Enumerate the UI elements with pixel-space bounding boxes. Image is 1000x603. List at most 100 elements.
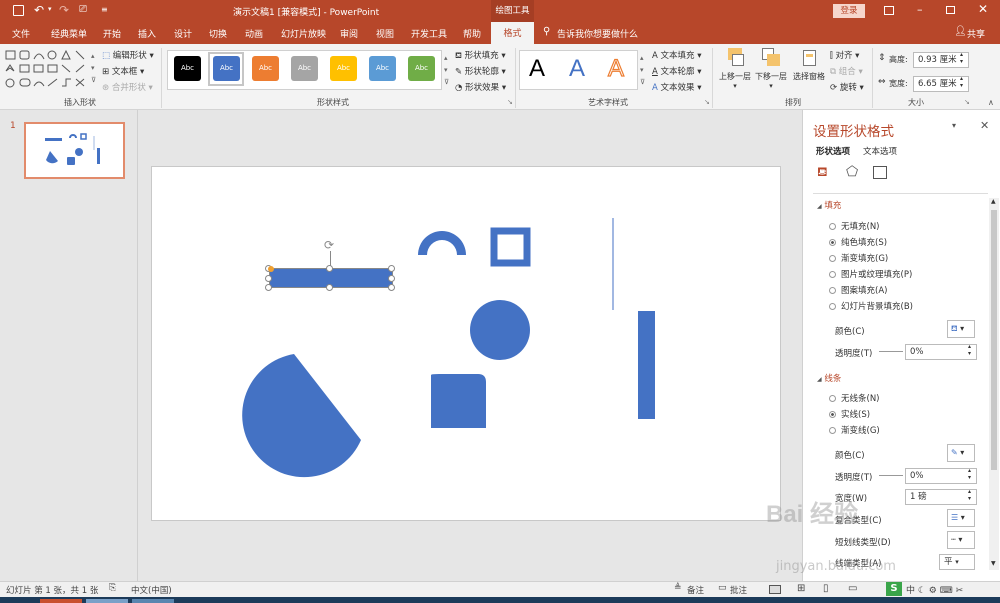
text-effects-button[interactable]: A 文本效果 ▾ <box>652 81 702 93</box>
align-button[interactable]: ⫿ 对齐 ▾ <box>830 49 859 61</box>
line-width-input[interactable]: 1 磅 <box>905 489 977 505</box>
wordart-style-1[interactable]: A <box>529 55 545 83</box>
tab-slideshow[interactable]: 幻灯片放映 <box>281 27 326 40</box>
wordart-style-3[interactable]: A <box>607 54 624 83</box>
width-spinner-icon[interactable]: ▴ ▾ <box>960 75 963 89</box>
rotate-button[interactable]: ⟳ 旋转 ▾ <box>830 81 864 93</box>
resize-handle-mr[interactable] <box>388 275 395 282</box>
maximize-icon[interactable] <box>946 6 955 14</box>
gallery-scroll-icon[interactable]: ▴ ▾ ⊽ <box>91 50 96 86</box>
slide[interactable]: ⟳ <box>151 166 781 521</box>
scroll-thumb[interactable] <box>991 210 997 470</box>
adjust-handle[interactable] <box>268 266 274 272</box>
fill-transparency-slider[interactable] <box>879 351 903 352</box>
line-transparency-slider[interactable] <box>879 475 903 476</box>
wordart-style-2[interactable]: A <box>569 55 585 83</box>
fill-option-pattern[interactable]: 图案填充(A) <box>829 284 887 296</box>
shape-effects-button[interactable]: ◔ 形状效果 ▾ <box>455 81 506 93</box>
resize-handle-ml[interactable] <box>265 275 272 282</box>
tab-review[interactable]: 审阅 <box>340 27 358 40</box>
tab-view[interactable]: 视图 <box>376 27 394 40</box>
edit-shape-button[interactable]: ⬚ 编辑形状 ▾ <box>102 49 154 61</box>
cap-type-select[interactable]: 平 ▾ <box>939 554 975 570</box>
tab-design[interactable]: 设计 <box>174 27 192 40</box>
fill-section-header[interactable]: ◢ 填充 <box>817 199 841 211</box>
resize-handle-bm[interactable] <box>326 284 333 291</box>
ribbon-display-options-icon[interactable] <box>884 6 894 15</box>
collapse-ribbon-icon[interactable]: ∧ <box>988 98 994 107</box>
fill-option-solid[interactable]: 纯色填充(S) <box>829 236 887 248</box>
pane-options-dropdown-icon[interactable]: ▾ <box>952 121 956 130</box>
shape-styles-launcher-icon[interactable]: ↘ <box>507 98 513 106</box>
text-outline-button[interactable]: A 文本轮廓 ▾ <box>652 65 702 77</box>
close-icon[interactable]: ✕ <box>978 2 988 16</box>
fill-transparency-input[interactable]: 0% <box>905 344 977 360</box>
resize-handle-tr[interactable] <box>388 265 395 272</box>
shapes-gallery[interactable] <box>4 48 94 92</box>
line-transparency-input[interactable]: 0% <box>905 468 977 484</box>
shape-outline-button[interactable]: ✎ 形状轮廓 ▾ <box>455 65 506 77</box>
resize-handle-br[interactable] <box>388 284 395 291</box>
notes-button[interactable]: 备注 <box>687 584 704 596</box>
taskbar-app-1[interactable] <box>40 599 82 603</box>
fill-color-button[interactable]: ⛾ ▾ <box>947 320 975 338</box>
tab-developer[interactable]: 开发工具 <box>411 27 447 40</box>
line-option-solid[interactable]: 实线(S) <box>829 408 870 420</box>
line-option-gradient[interactable]: 渐变线(G) <box>829 424 880 436</box>
style-swatch-1[interactable]: Abc <box>174 56 201 81</box>
slideshow-view-icon[interactable]: ▭ <box>848 583 857 594</box>
pane-scrollbar[interactable]: ▲ ▼ <box>989 198 999 570</box>
selection-pane-button[interactable]: 选择窗格 <box>790 48 828 94</box>
dash-type-button[interactable]: ┅ ▾ <box>947 531 975 549</box>
reading-view-icon[interactable]: ▯ <box>823 583 829 594</box>
login-button[interactable]: 登录 <box>833 4 865 18</box>
start-from-beginning-icon[interactable]: ⎚ <box>79 4 87 15</box>
save-icon[interactable] <box>13 5 24 16</box>
tab-animations[interactable]: 动画 <box>245 27 263 40</box>
ime-tray-icons[interactable]: 中 ☾ ⚙ ⌨ ✂ <box>906 583 963 596</box>
line-section-header[interactable]: ◢ 线条 <box>817 372 841 384</box>
normal-view-icon[interactable] <box>769 585 781 594</box>
tab-file[interactable]: 文件 <box>12 27 30 40</box>
line-option-none[interactable]: 无线条(N) <box>829 392 880 404</box>
size-properties-icon[interactable] <box>873 166 887 179</box>
fill-transparency-spinner-icon[interactable]: ▴ ▾ <box>968 343 971 357</box>
fill-option-picture[interactable]: 图片或纹理填充(P) <box>829 268 912 280</box>
tab-home[interactable]: 开始 <box>103 27 121 40</box>
send-backward-button[interactable]: 下移一层 ▾ <box>753 48 789 94</box>
spellcheck-icon[interactable]: ⎘ <box>109 583 116 593</box>
fill-option-slide-background[interactable]: 幻灯片背景填充(B) <box>829 300 913 312</box>
style-swatch-4[interactable]: Abc <box>291 56 318 81</box>
undo-icon[interactable]: ↶ <box>34 3 44 17</box>
user-icon[interactable]: 👤︎ <box>954 26 967 37</box>
resize-handle-tm[interactable] <box>326 265 333 272</box>
tab-insert[interactable]: 插入 <box>138 27 156 40</box>
line-width-spinner-icon[interactable]: ▴ ▾ <box>968 488 971 502</box>
shape-fill-button[interactable]: ⛾ 形状填充 ▾ <box>455 49 506 62</box>
tell-me-box[interactable]: 告诉我你想要做什么 <box>557 27 638 40</box>
tab-transitions[interactable]: 切换 <box>209 27 227 40</box>
scroll-down-icon[interactable]: ▼ <box>991 560 996 567</box>
style-swatch-2[interactable]: Abc <box>213 56 240 81</box>
customize-qat-icon[interactable]: ≡ <box>101 5 108 14</box>
height-spinner-icon[interactable]: ▴ ▾ <box>960 51 963 65</box>
effects-pentagon-icon[interactable]: ⬠ <box>846 164 858 180</box>
style-swatch-6[interactable]: Abc <box>369 56 396 81</box>
slide-sorter-icon[interactable]: ⊞ <box>797 583 805 594</box>
text-fill-button[interactable]: A 文本填充 ▾ <box>652 49 702 61</box>
line-color-button[interactable]: ✎ ▾ <box>947 444 975 462</box>
scroll-up-icon[interactable]: ▲ <box>991 198 996 205</box>
style-swatch-3[interactable]: Abc <box>252 56 279 81</box>
compound-type-button[interactable]: ☰ ▾ <box>947 509 975 527</box>
taskbar-app-3[interactable] <box>132 599 174 603</box>
sogou-ime-icon[interactable]: S <box>886 582 902 596</box>
minimize-icon[interactable]: – <box>917 3 923 16</box>
tab-format[interactable]: 格式 <box>491 22 534 44</box>
merge-shapes-button[interactable]: ⊛ 合并形状 ▾ <box>102 81 153 93</box>
rotate-handle-icon[interactable]: ⟳ <box>324 238 334 252</box>
wordart-launcher-icon[interactable]: ↘ <box>704 98 710 106</box>
fill-line-icon[interactable]: ⛾ <box>817 165 828 182</box>
lightbulb-search-icon[interactable]: ⚲ <box>543 26 550 37</box>
undo-dropdown-icon[interactable]: ▾ <box>48 5 52 13</box>
tab-classic-menu[interactable]: 经典菜单 <box>51 27 87 40</box>
